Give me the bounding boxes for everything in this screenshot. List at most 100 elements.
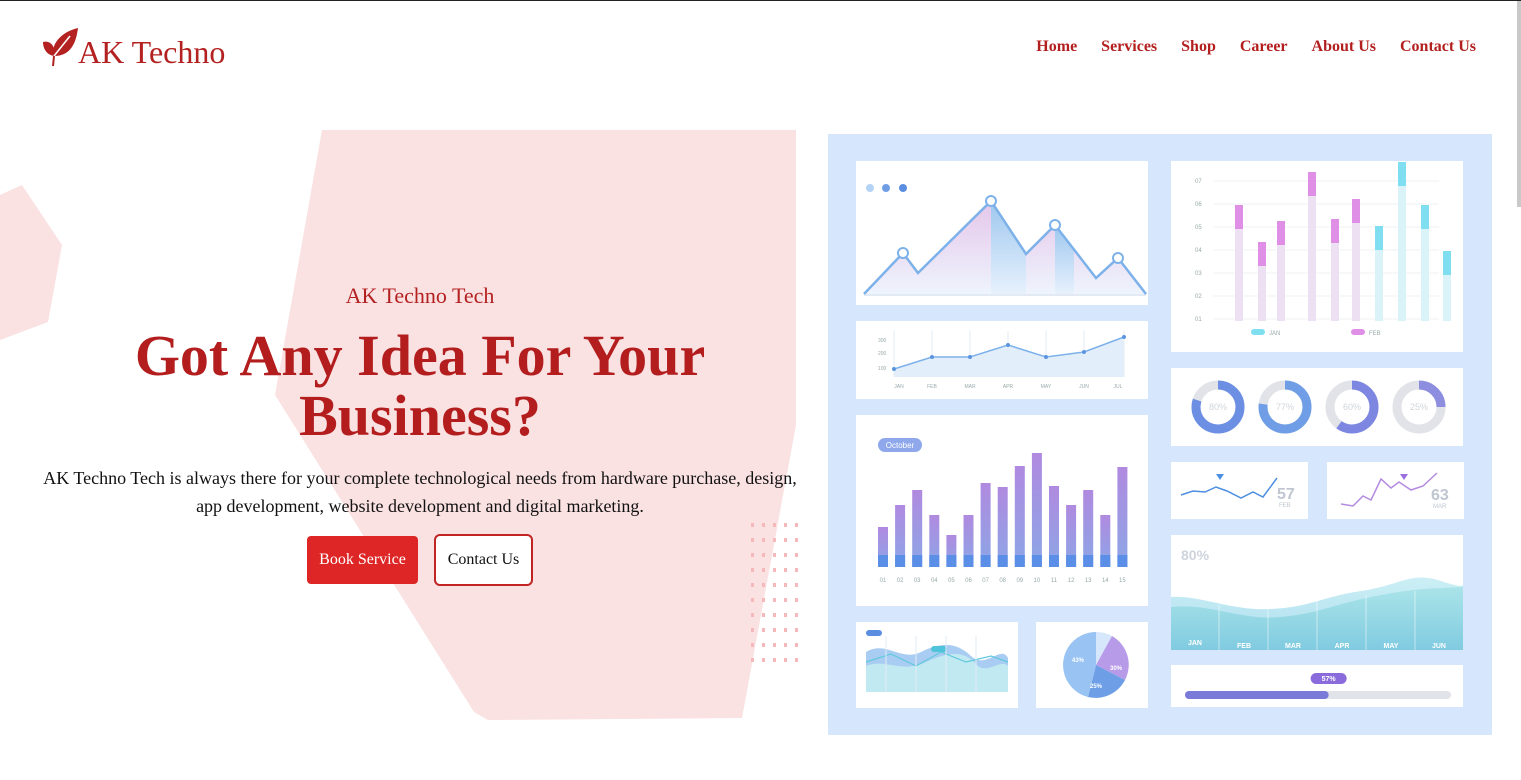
decor-dot [773, 598, 776, 602]
donut-label: 60% [1343, 402, 1361, 412]
donut-charts: 80% 77% 60% 25% [1191, 380, 1446, 434]
decor-dot [751, 553, 754, 557]
decor-dot [784, 658, 787, 662]
small-wave-chart [865, 630, 1009, 692]
bar-base-mark [1049, 555, 1059, 567]
decor-dot [762, 613, 765, 617]
decor-dot [762, 523, 765, 527]
pie-label: 25% [1090, 684, 1103, 690]
area-chart-card [856, 161, 1148, 305]
sparkline-label: FEB [1279, 503, 1291, 509]
wave-xtick: JAN [1188, 640, 1202, 647]
bar-xtick: 11 [1051, 578, 1058, 584]
decor-dot [784, 538, 787, 542]
stacked-ytick: 05 [1195, 225, 1202, 231]
decor-dot [773, 613, 776, 617]
pie-chart: 43% 30% 25% [1063, 631, 1129, 698]
line-ytick: 300 [878, 338, 887, 344]
sparkline-value: 57 [1277, 486, 1295, 503]
stacked-ytick: 02 [1195, 294, 1202, 300]
wave-xtick: MAY [1384, 643, 1399, 650]
decor-dot [784, 628, 787, 632]
stacked-bar-cap [1331, 219, 1339, 243]
decor-dot [762, 643, 765, 647]
decor-dot [762, 568, 765, 572]
line-ytick: 200 [878, 351, 887, 357]
decor-dot [762, 598, 765, 602]
decor-dot [773, 628, 776, 632]
nav-contact-us[interactable]: Contact Us [1400, 38, 1476, 56]
bar-xtick: 10 [1034, 578, 1041, 584]
area-chart [863, 184, 1147, 296]
bar-chart: October 01 02 03 04 05 06 07 08 09 10 11 12 13 14 15 [878, 438, 1128, 584]
bar-xtick: 01 [880, 578, 887, 584]
decor-dot [795, 658, 798, 662]
bar-xtick: 06 [965, 578, 972, 584]
stacked-bar-card: 07 06 05 04 03 02 01 JAN FEB [1171, 161, 1463, 352]
decor-dot [795, 538, 798, 542]
stacked-bar-cap [1235, 205, 1243, 229]
progress-card: 57% [1171, 665, 1463, 707]
decor-dot [784, 613, 787, 617]
line-ytick: 100 [878, 366, 887, 372]
bar-base-mark [1014, 555, 1025, 567]
logo[interactable]: AK Techno [40, 26, 225, 68]
stacked-bar-cap [1398, 162, 1406, 186]
donut-label: 80% [1209, 402, 1227, 412]
wave-chart-card: 80% JAN FEB MAR APR MAY JUN [1171, 535, 1463, 650]
description-line-1: AK Techno Tech is always there for your … [43, 468, 797, 488]
bar-base-mark [980, 555, 991, 567]
hero-description: AK Techno Tech is always there for your … [20, 464, 820, 520]
bar-base-mark [878, 555, 888, 567]
scrollbar-thumb[interactable] [1517, 1, 1521, 207]
description-line-2: app development, website development and… [196, 496, 644, 516]
line-chart-card: 300 200 100 JAN FEB MAR APR MAY JUN JUL [856, 321, 1148, 399]
book-service-button[interactable]: Book Service [307, 536, 418, 584]
sparkline-label: MAR [1433, 504, 1447, 510]
decor-dot [773, 658, 776, 662]
wave-percent: 80% [1181, 547, 1210, 563]
stacked-ytick: 03 [1195, 271, 1202, 277]
nav-home[interactable]: Home [1036, 38, 1077, 56]
bar-mark [1117, 467, 1128, 567]
small-wave-card [856, 622, 1018, 708]
stacked-bar-cap [1308, 172, 1316, 196]
nav-shop[interactable]: Shop [1181, 38, 1216, 56]
bar-xtick: 13 [1085, 578, 1092, 584]
wave-chart: 80% JAN FEB MAR APR MAY JUN [1171, 547, 1463, 650]
decor-dot [751, 583, 754, 587]
decor-dot [795, 583, 798, 587]
dot-pattern-decoration [751, 523, 798, 662]
nav-services[interactable]: Services [1101, 38, 1157, 56]
decor-dot [751, 613, 754, 617]
decor-dot [784, 568, 787, 572]
decor-dot [762, 658, 765, 662]
decor-dot [784, 583, 787, 587]
bar-xtick: 07 [982, 578, 989, 584]
contact-us-button[interactable]: Contact Us [434, 534, 533, 586]
wave-xtick: MAR [1285, 643, 1301, 650]
bar-base-mark [946, 555, 957, 567]
bar-base-mark [912, 555, 923, 567]
stacked-bar-cap [1258, 242, 1266, 266]
bar-chart-card: October 01 02 03 04 05 06 07 08 09 10 11 12 13 14 15 [856, 415, 1148, 606]
wave-xtick: FEB [1237, 643, 1251, 650]
legend-jan: JAN [1269, 331, 1280, 337]
bar-xtick: 02 [897, 578, 904, 584]
sparkline-card-feb: 57 FEB [1171, 462, 1308, 519]
wave-xtick: JUN [1432, 643, 1446, 650]
bar-xtick: 09 [1016, 578, 1023, 584]
decor-dot [784, 523, 787, 527]
bar-xtick: 05 [948, 578, 955, 584]
stacked-ytick: 06 [1195, 202, 1202, 208]
bar-xtick: 14 [1102, 578, 1109, 584]
dashboard-illustration: 300 200 100 JAN FEB MAR APR MAY JUN JUL [828, 134, 1492, 735]
nav-career[interactable]: Career [1240, 38, 1288, 56]
wave-xtick: APR [1335, 643, 1350, 650]
sparkline-chart: 57 FEB [1180, 474, 1295, 509]
nav-about-us[interactable]: About Us [1312, 38, 1376, 56]
donut-label: 25% [1410, 402, 1428, 412]
line-xtick: JUL [1114, 384, 1123, 390]
decor-dot [751, 598, 754, 602]
decor-dot [773, 553, 776, 557]
